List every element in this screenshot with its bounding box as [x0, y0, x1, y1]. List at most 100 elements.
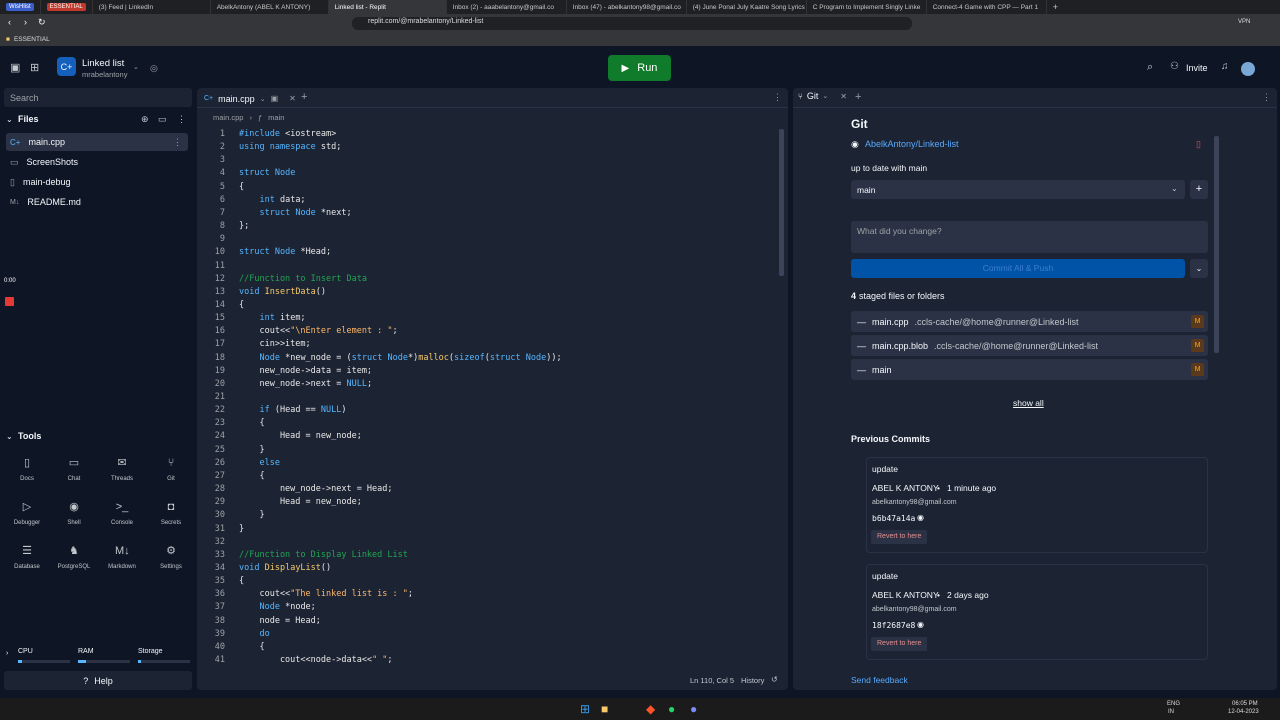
code-line[interactable]: Node *node; [239, 602, 315, 612]
help-button[interactable]: ? Help [4, 671, 192, 690]
repo-link[interactable]: AbelkAntony/Linked-list [865, 139, 959, 149]
code-line[interactable]: else [239, 458, 279, 468]
run-button[interactable]: ▶ Run [608, 55, 671, 81]
code-line[interactable]: Head = new_node; [239, 497, 362, 507]
new-tab-icon[interactable]: + [301, 91, 307, 103]
discord-icon[interactable]: ● [690, 702, 697, 716]
commit-hash[interactable]: b6b47a14a [872, 514, 915, 523]
file-item-main-cpp[interactable]: C+ main.cpp ⋮ [6, 133, 188, 151]
code-line[interactable]: new_node->data = item; [239, 366, 372, 376]
tool-shell[interactable]: ◉ Shell [54, 500, 94, 526]
code-line[interactable]: { [239, 471, 264, 481]
bell-icon[interactable]: ♫ [1221, 61, 1229, 72]
chevron-down-icon[interactable]: ⌄ [133, 63, 139, 71]
code-line[interactable]: cout<<"\nEnter element : "; [239, 326, 397, 336]
new-file-icon[interactable]: ⊕ [141, 114, 149, 125]
file-item-main-debug[interactable]: ▯ main-debug [6, 173, 188, 191]
browser-tab[interactable]: Connect-4 Game with CPP — Part 1 [927, 0, 1047, 14]
forward-icon[interactable]: › [24, 17, 27, 27]
code-line[interactable]: #include <iostream> [239, 129, 336, 139]
code-line[interactable]: void DisplayList() [239, 563, 331, 573]
code-line[interactable]: cin>>item; [239, 339, 310, 349]
code-line[interactable]: { [239, 182, 244, 192]
code-line[interactable]: new_node->next = Head; [239, 484, 393, 494]
commit-push-button[interactable]: Commit All & Push [851, 259, 1185, 278]
code-line[interactable]: } [239, 524, 244, 534]
new-folder-icon[interactable]: ▭ [158, 114, 167, 125]
code-line[interactable]: //Function to Display Linked List [239, 550, 408, 560]
tool-secrets[interactable]: ◘ Secrets [151, 500, 191, 526]
repl-owner[interactable]: mrabelantony [82, 70, 127, 79]
revert-button[interactable]: Revert to here [871, 530, 928, 544]
code-line[interactable]: int item; [239, 313, 305, 323]
file-explorer-icon[interactable]: ■ [601, 702, 608, 716]
github-icon[interactable]: ◉ [917, 513, 924, 522]
code-line[interactable]: if (Head == NULL) [239, 405, 346, 415]
expand-icon[interactable]: › [6, 650, 8, 657]
file-item-readme[interactable]: M↓ README.md [6, 193, 188, 211]
staged-file[interactable]: — main.cpp .ccls-cache/@home@runner@Link… [851, 311, 1208, 332]
browser-tab[interactable]: (4) June Ponal July Kaatre Song Lyrics [687, 0, 807, 14]
chevron-down-icon[interactable]: ⌄ [1190, 259, 1208, 278]
code-line[interactable]: { [239, 642, 264, 652]
bookmark-folder[interactable]: ESSENTIAL [14, 36, 50, 43]
code-line[interactable]: Node *new_node = (struct Node*)malloc(si… [239, 353, 561, 363]
tab-git[interactable]: ⑂ Git ⌄ ✕ [798, 91, 847, 101]
code-line[interactable]: struct Node *Head; [239, 247, 331, 257]
tool-git[interactable]: ⑂ Git [151, 456, 191, 482]
tool-debugger[interactable]: ▷ Debugger [7, 500, 47, 526]
tool-settings[interactable]: ⚙ Settings [151, 544, 191, 570]
branch-select[interactable]: main ⌄ [851, 180, 1185, 199]
code-line[interactable]: { [239, 300, 244, 310]
code-line[interactable]: { [239, 576, 244, 586]
code-line[interactable]: cout<<"The linked list is : "; [239, 589, 413, 599]
collapse-icon[interactable]: ⌄ [6, 432, 13, 441]
browser-tab[interactable]: ESSENTIAL [41, 0, 93, 14]
close-icon[interactable]: ✕ [289, 94, 296, 103]
code-line[interactable]: struct Node [239, 168, 295, 178]
unstage-icon[interactable]: — [857, 365, 866, 375]
commit-hash[interactable]: 18f2687e8 [872, 621, 915, 630]
code-line[interactable]: node = Head; [239, 616, 320, 626]
code-line[interactable]: }; [239, 221, 249, 231]
chevron-down-icon[interactable]: ⌄ [822, 92, 828, 100]
language-indicator[interactable]: ENG [1167, 701, 1180, 707]
git-scrollbar[interactable] [1214, 136, 1219, 353]
show-all-link[interactable]: show all [1013, 398, 1044, 408]
sidebar-toggle-icon[interactable]: ▣ [10, 61, 20, 74]
browser-tab[interactable]: Inbox (2) - aaabelantony@gmail.co [447, 0, 567, 14]
reload-icon[interactable]: ↻ [38, 17, 46, 28]
browser-tab[interactable]: C Program to Implement Singly Linke [807, 0, 927, 14]
avatar[interactable] [1241, 62, 1255, 76]
code-line[interactable]: } [239, 510, 264, 520]
chevron-down-icon[interactable]: ⌄ [260, 95, 266, 103]
more-options-icon[interactable]: ⋮ [177, 114, 186, 125]
tool-console[interactable]: >_ Console [102, 500, 142, 526]
history-button[interactable]: History [741, 676, 764, 685]
code-line[interactable]: { [239, 418, 264, 428]
browser-tab[interactable]: (3) Feed | LinkedIn [93, 0, 211, 14]
tool-chat[interactable]: ▭ Chat [54, 456, 94, 482]
staged-file[interactable]: — main M [851, 359, 1208, 380]
windows-start-icon[interactable]: ⊞ [580, 702, 590, 716]
search-input[interactable]: Search [4, 88, 192, 107]
tool-postgresql[interactable]: ♞ PostgreSQL [54, 544, 94, 570]
search-icon[interactable]: ⌕ [1147, 61, 1153, 74]
invite-button[interactable]: Invite [1186, 63, 1208, 73]
more-options-icon[interactable]: ⋮ [1262, 92, 1271, 103]
editor-scrollbar[interactable] [779, 129, 784, 276]
code-line[interactable]: do [239, 629, 269, 639]
vpn-badge[interactable]: VPN [1238, 19, 1250, 25]
stop-recording-icon[interactable] [5, 297, 14, 306]
clock-time[interactable]: 06:05 PM [1232, 701, 1258, 707]
replit-logo-icon[interactable]: ⊞ [30, 61, 39, 74]
tool-threads[interactable]: ✉ Threads [102, 456, 142, 482]
brave-browser-icon[interactable]: ◆ [646, 702, 655, 716]
commit-message-input[interactable]: What did you change? [851, 221, 1208, 253]
code-line[interactable]: Head = new_node; [239, 431, 362, 441]
browser-tab[interactable]: WisHlist [0, 0, 41, 14]
code-line[interactable]: using namespace std; [239, 142, 341, 152]
repl-name[interactable]: Linked list [82, 58, 124, 69]
tool-database[interactable]: ☰ Database [7, 544, 47, 570]
revert-button[interactable]: Revert to here [871, 637, 928, 651]
